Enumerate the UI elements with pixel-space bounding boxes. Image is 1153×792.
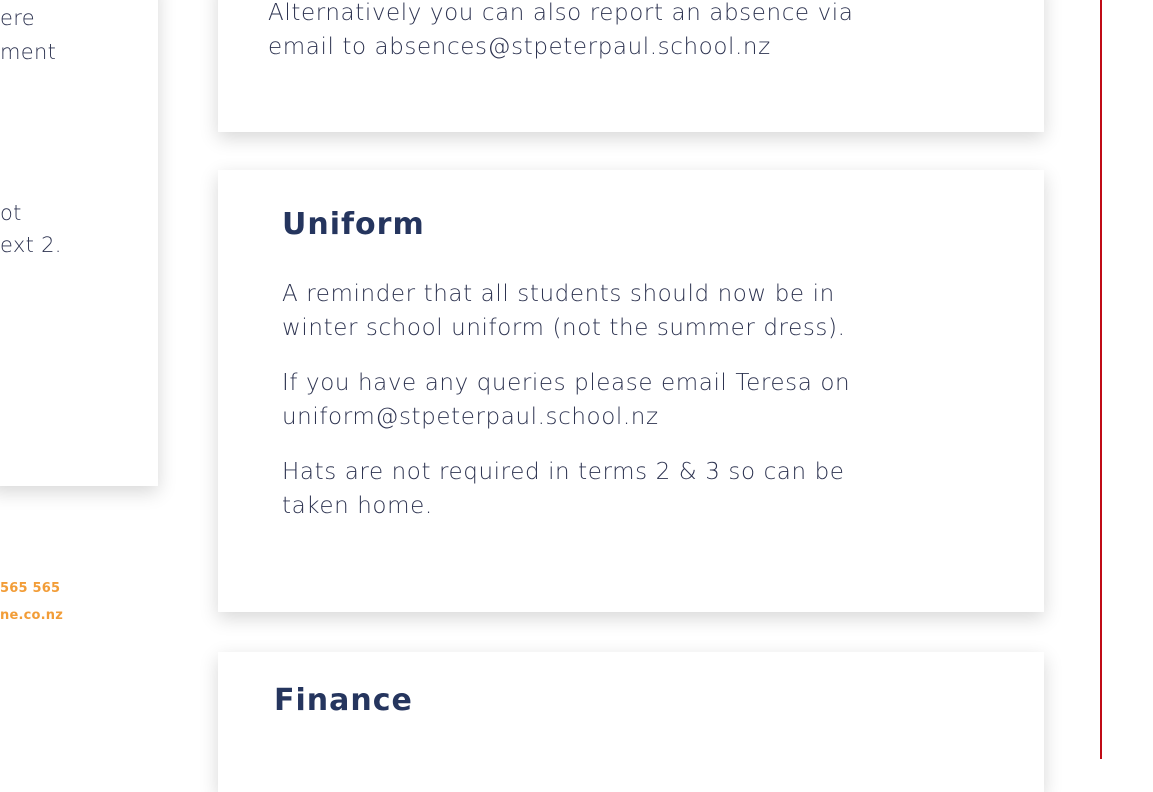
absence-email-line: email to absences@stpeterpaul.school.nz: [268, 34, 771, 60]
absence-card: Alternatively you can also report an abs…: [218, 0, 1044, 132]
left-info-card: ere ment ot ext 2.: [0, 0, 158, 486]
accent-divider: [1100, 0, 1102, 759]
uniform-email-line: uniform@stpeterpaul.school.nz: [282, 404, 659, 430]
uniform-hats-line: Hats are not required in terms 2 & 3 so …: [282, 459, 845, 485]
finance-card: Finance: [218, 652, 1044, 792]
uniform-reminder-line: A reminder that all students should now …: [282, 281, 835, 307]
absence-text-line: Alternatively you can also report an abs…: [268, 0, 854, 26]
left-card-text-fragment: ot: [0, 201, 22, 225]
uniform-reminder-line: winter school uniform (not the summer dr…: [282, 315, 846, 341]
left-card-text-fragment: ext 2.: [0, 233, 62, 257]
left-card-text-fragment: ere: [0, 6, 35, 30]
footer-website-fragment[interactable]: ne.co.nz: [0, 608, 63, 623]
uniform-card: Uniform A reminder that all students sho…: [218, 170, 1044, 612]
uniform-hats-line: taken home.: [282, 493, 433, 519]
uniform-queries-line: If you have any queries please email Ter…: [282, 370, 851, 396]
left-card-text-fragment: ment: [0, 40, 57, 64]
finance-heading: Finance: [274, 683, 413, 718]
footer-phone-fragment[interactable]: 565 565: [0, 581, 60, 596]
uniform-heading: Uniform: [282, 207, 425, 242]
